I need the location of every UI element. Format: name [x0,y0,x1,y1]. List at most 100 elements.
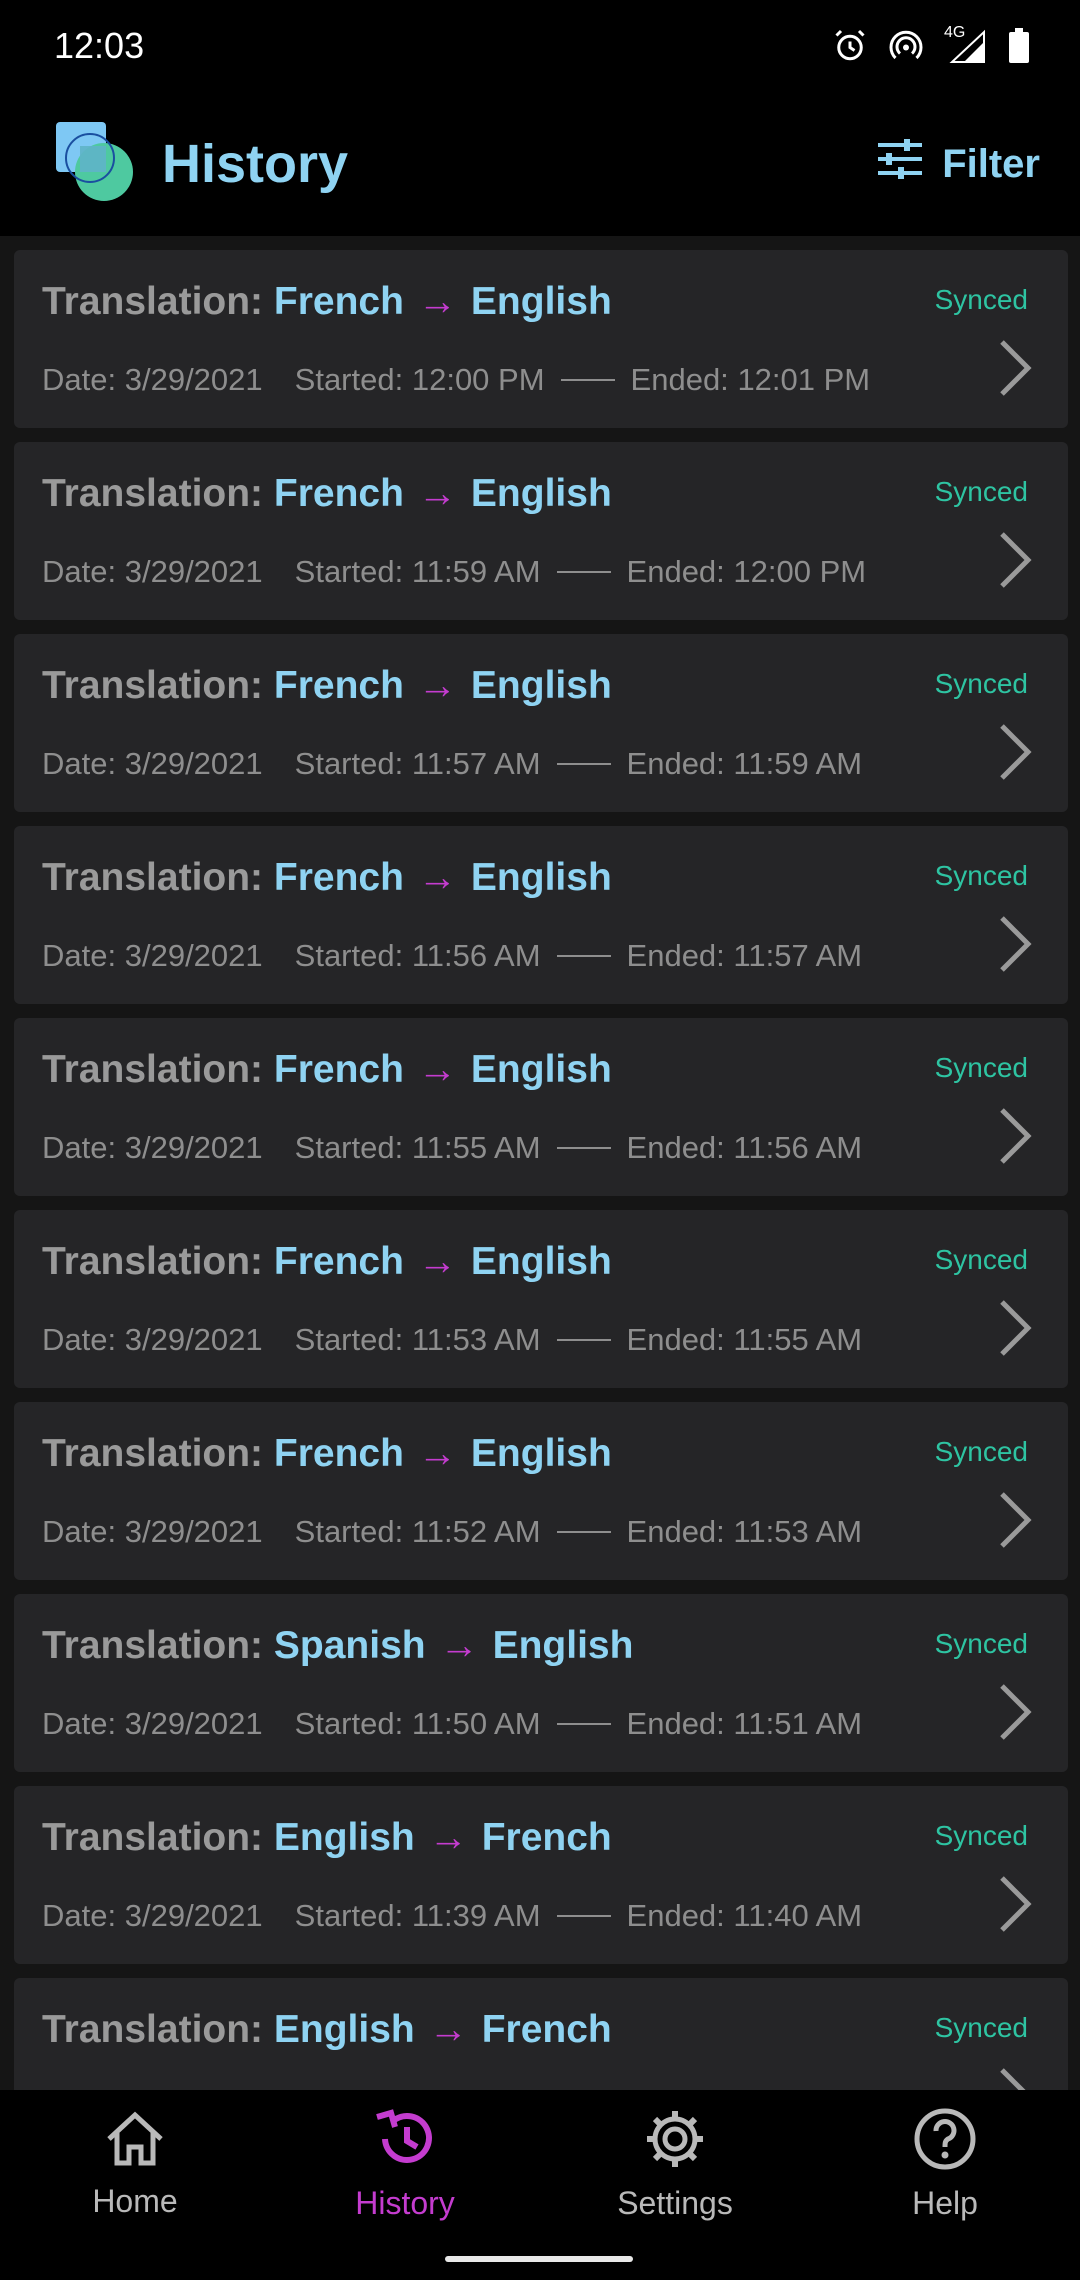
started-value: 11:53 AM [411,1322,541,1357]
bottom-nav: Home History Settings Help [0,2090,1080,2238]
history-list[interactable]: Translation: French → English Date: 3/29/2… [0,236,1080,2090]
gesture-area [0,2238,1080,2280]
source-language: Spanish [273,1624,426,1667]
date-value: 3/29/2021 [124,746,263,781]
network-type-label: 4G [944,24,966,41]
sync-status: Synced [934,1244,1028,1275]
date-value: 3/29/2021 [124,938,263,973]
arrow-right-icon: → [417,472,457,515]
chevron-right-icon[interactable] [994,1874,1034,1939]
time-separator [556,955,611,957]
started-label: Started: [294,938,404,973]
history-card[interactable]: Translation: Spanish → English Date: 3/29/… [14,1594,1068,1772]
started-value: 11:52 AM [411,1514,541,1549]
chevron-right-icon[interactable] [994,1490,1034,1555]
chevron-right-icon[interactable] [994,2066,1034,2090]
time-separator [556,1339,611,1341]
started-label: Started: [294,746,404,781]
source-language: French [273,472,404,515]
ended-label: Ended: [626,746,725,781]
ended-value: 11:51 AM [733,1706,863,1741]
chevron-right-icon[interactable] [994,1298,1034,1363]
history-card[interactable]: Translation: English → French Synced [14,1978,1068,2090]
started-value: 11:57 AM [411,746,541,781]
date-value: 3/29/2021 [124,554,263,589]
ended-label: Ended: [626,1130,725,1165]
translation-label: Translation: [42,280,264,323]
nav-settings-label: Settings [617,2184,733,2221]
started-value: 11:56 AM [411,938,541,973]
translation-label: Translation: [42,1624,264,1667]
target-language: English [470,1240,612,1283]
started-label: Started: [294,554,404,589]
status-bar: 12:03 4G [0,0,1080,92]
filter-button[interactable]: Filter [876,137,1040,191]
started-value: 11:50 AM [411,1706,541,1741]
source-language: English [273,2008,415,2051]
ended-value: 12:00 PM [733,554,867,589]
ended-value: 11:53 AM [733,1514,863,1549]
gesture-handle[interactable] [445,2256,633,2262]
date-label: Date: [42,938,117,973]
time-separator [556,1915,611,1917]
chevron-right-icon[interactable] [994,338,1034,403]
arrow-right-icon: → [417,280,457,323]
target-language: English [470,1048,612,1091]
history-card[interactable]: Translation: French → English Date: 3/29/2… [14,1018,1068,1196]
history-card[interactable]: Translation: French → English Date: 3/29/2… [14,634,1068,812]
history-card[interactable]: Translation: French → English Date: 3/29/2… [14,250,1068,428]
history-card[interactable]: Translation: French → English Date: 3/29/2… [14,826,1068,1004]
app-logo [54,120,138,209]
sync-status: Synced [934,1820,1028,1851]
chevron-right-icon[interactable] [994,1106,1034,1171]
chevron-right-icon[interactable] [994,722,1034,787]
history-card[interactable]: Translation: French → English Date: 3/29/2… [14,1210,1068,1388]
history-card[interactable]: Translation: English → French Date: 3/29/2… [14,1786,1068,1964]
started-value: 11:59 AM [411,554,541,589]
nav-settings[interactable]: Settings [540,2090,810,2238]
translation-label: Translation: [42,1816,264,1859]
arrow-right-icon: → [428,2008,468,2051]
chevron-right-icon[interactable] [994,914,1034,979]
filter-label: Filter [942,141,1040,186]
target-language: English [470,664,612,707]
date-value: 3/29/2021 [124,1514,263,1549]
chevron-right-icon[interactable] [994,530,1034,595]
date-value: 3/29/2021 [124,1130,263,1165]
sync-status: Synced [934,2012,1028,2043]
nav-home-label: Home [92,2182,178,2219]
sync-status: Synced [934,284,1028,315]
filter-sliders-icon [876,137,924,191]
target-language: English [470,1432,612,1475]
history-card[interactable]: Translation: French → English Date: 3/29/2… [14,442,1068,620]
nav-home[interactable]: Home [0,2090,270,2238]
nav-history[interactable]: History [270,2090,540,2238]
translation-label: Translation: [42,1048,264,1091]
signal-icon: 4G [944,24,988,64]
nav-history-label: History [355,2184,455,2221]
date-label: Date: [42,1514,117,1549]
sync-status: Synced [934,1436,1028,1467]
date-label: Date: [42,362,117,397]
date-label: Date: [42,746,117,781]
home-icon [103,2109,167,2177]
ended-label: Ended: [626,554,725,589]
started-label: Started: [294,1322,404,1357]
time-separator [556,763,611,765]
date-value: 3/29/2021 [124,362,263,397]
arrow-right-icon: → [439,1624,479,1667]
history-card[interactable]: Translation: French → English Date: 3/29/2… [14,1402,1068,1580]
time-separator [556,571,611,573]
source-language: French [273,1048,404,1091]
sync-status: Synced [934,860,1028,891]
app-header: History Filter [0,92,1080,236]
arrow-right-icon: → [417,1240,457,1283]
nav-help[interactable]: Help [810,2090,1080,2238]
started-value: 11:55 AM [411,1130,541,1165]
date-value: 3/29/2021 [124,1898,263,1933]
date-value: 3/29/2021 [124,1322,263,1357]
time-separator [556,1723,611,1725]
ended-label: Ended: [630,362,729,397]
gear-icon [643,2107,707,2179]
chevron-right-icon[interactable] [994,1682,1034,1747]
